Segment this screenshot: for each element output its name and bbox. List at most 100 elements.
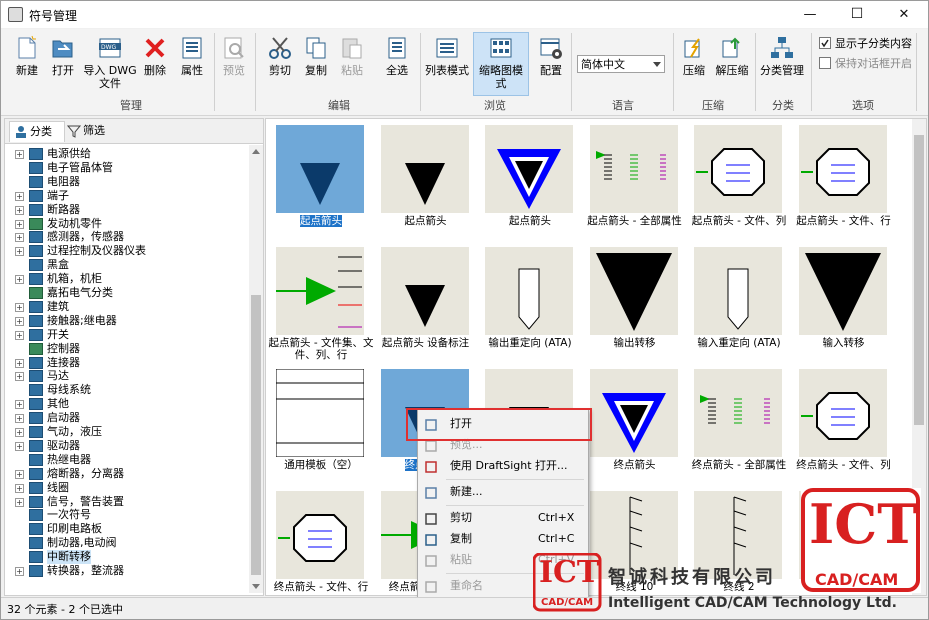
tree-item[interactable]: + 断路器 <box>5 203 245 217</box>
tree-item[interactable]: 中断转移 <box>5 550 245 565</box>
language-select[interactable]: 简体中文 <box>577 55 665 73</box>
decompress-button[interactable]: 解压缩 <box>711 33 753 95</box>
tree-item[interactable]: 电子管晶体管 <box>5 161 245 175</box>
tree-item[interactable]: + 电源供给 <box>5 147 245 161</box>
context-menu-item[interactable]: 新建... <box>420 482 586 502</box>
tree-item[interactable]: + 开关 <box>5 328 245 342</box>
symbol-thumbnail[interactable]: 终点箭头 - 文件、列 <box>789 363 891 481</box>
tree-item[interactable]: + 建筑 <box>5 300 245 314</box>
expand-icon[interactable]: + <box>15 219 24 229</box>
symbol-thumbnail[interactable]: 起点箭头 - 文件、行 <box>789 119 891 237</box>
expand-icon[interactable]: + <box>15 150 24 159</box>
expand-icon[interactable]: + <box>15 469 24 479</box>
symbol-thumbnail[interactable]: 终点箭头 - 文件、行 <box>266 485 368 595</box>
tree-item[interactable]: 黑盒 <box>5 258 245 272</box>
cut-button[interactable]: 剪切 <box>263 33 297 95</box>
import-dwg-button[interactable]: DWG 导入 DWG 文件 <box>83 33 137 95</box>
close-button[interactable]: ✕ <box>881 1 927 28</box>
symbol-thumbnail[interactable]: 起点箭头 <box>371 119 471 237</box>
list-mode-button[interactable]: 列表模式 <box>423 33 471 95</box>
scroll-down-icon[interactable] <box>252 584 260 589</box>
tree-item[interactable]: + 发动机零件 <box>5 217 245 231</box>
symbol-thumbnail[interactable]: 通用模板（空） <box>266 363 366 481</box>
tree-item[interactable]: 母线系统 <box>5 383 245 397</box>
expand-icon[interactable]: + <box>15 191 24 201</box>
expand-icon[interactable]: + <box>15 205 24 215</box>
expand-icon[interactable]: + <box>15 441 24 451</box>
tree-item[interactable]: + 熔断器，分离器 <box>5 467 245 481</box>
expand-icon[interactable]: + <box>15 316 24 326</box>
symbol-thumbnail[interactable]: 起点箭头 - 文件集、文件、列、行 <box>266 241 373 361</box>
context-menu-item[interactable]: 剪切 Ctrl+X <box>420 508 586 528</box>
symbol-thumbnail[interactable]: 起点箭头 - 全部属性 <box>580 119 682 237</box>
expand-icon[interactable]: + <box>15 302 24 312</box>
tree-item[interactable]: + 过程控制及仪器仪表 <box>5 244 245 258</box>
paste-button[interactable]: 粘贴 <box>335 33 369 95</box>
category-tree[interactable]: + 电源供给 电子管晶体管 电阻器 + 端子 + 断路器 + 发动机零件 + 感测器，传感器 + 过程控制… <box>5 145 247 593</box>
delete-button[interactable]: 删除 <box>139 33 171 95</box>
tree-item[interactable]: + 马达 <box>5 369 245 383</box>
thumbnail-mode-button[interactable]: 缩略图模式 <box>473 32 529 96</box>
symbol-thumbnail[interactable]: 起点箭头 设备标注 <box>371 241 471 359</box>
expand-icon[interactable]: + <box>15 400 24 410</box>
symbol-thumbnail[interactable]: 输出重定向 (ATA) <box>475 241 575 359</box>
category-manage-button[interactable]: 分类管理 <box>757 33 807 95</box>
keep-dialog-open-checkbox[interactable]: 保持对话框开启 <box>819 57 912 70</box>
symbol-thumbnail[interactable]: 终点箭头 - 全部属性 <box>684 363 786 481</box>
tree-item[interactable]: 印刷电路板 <box>5 522 245 536</box>
scroll-up-icon[interactable] <box>252 149 260 154</box>
tree-item[interactable]: + 信号，警告装置 <box>5 495 245 509</box>
select-all-button[interactable]: 全选 <box>379 33 415 95</box>
tree-item[interactable]: + 端子 <box>5 189 245 203</box>
show-subcategory-checkbox[interactable]: 显示子分类内容 <box>819 37 912 50</box>
tree-item[interactable]: + 线圈 <box>5 481 245 495</box>
expand-icon[interactable]: + <box>15 233 24 243</box>
expand-icon[interactable]: + <box>15 428 24 437</box>
expand-icon[interactable]: + <box>15 414 24 424</box>
tree-item[interactable]: + 连接器 <box>5 356 245 370</box>
preview-button[interactable]: 预览 <box>217 33 251 95</box>
tree-item[interactable]: 嘉拓电气分类 <box>5 286 245 300</box>
symbol-thumbnail[interactable]: 输入转移 <box>789 241 889 359</box>
expand-icon[interactable]: + <box>15 483 24 493</box>
expand-icon[interactable]: + <box>15 567 24 576</box>
symbol-thumbnail[interactable]: 输入重定向 (ATA) <box>684 241 784 359</box>
expand-icon[interactable]: + <box>15 372 24 382</box>
tree-item[interactable]: + 感测器，传感器 <box>5 230 245 244</box>
symbol-thumbnail[interactable]: 终点箭头 <box>580 363 680 481</box>
expand-icon[interactable]: + <box>15 497 24 507</box>
symbol-thumbnail[interactable]: 输出转移 <box>580 241 680 359</box>
minimize-button[interactable]: — <box>787 1 833 28</box>
symbol-thumbnail[interactable]: 起点箭头 - 文件、列 <box>684 119 786 237</box>
expand-icon[interactable]: + <box>15 247 24 257</box>
tab-category[interactable]: 分类 <box>9 121 65 142</box>
copy-button[interactable]: 复制 <box>299 33 333 95</box>
symbol-thumbnail[interactable]: 起点箭头 <box>475 119 575 237</box>
expand-icon[interactable]: + <box>15 275 24 285</box>
context-menu-item[interactable]: 使用 DraftSight 打开... <box>420 456 586 476</box>
tree-item[interactable]: + 机箱，机柜 <box>5 272 245 286</box>
new-button[interactable]: 新建 <box>11 33 43 95</box>
tree-item[interactable]: + 其他 <box>5 397 245 411</box>
context-menu-item[interactable]: 复制 Ctrl+C <box>420 529 586 549</box>
tree-item[interactable]: 一次符号 <box>5 508 245 522</box>
config-button[interactable]: 配置 <box>533 33 569 95</box>
tree-item[interactable]: + 气动，液压 <box>5 425 245 439</box>
open-button[interactable]: 打开 <box>45 33 81 95</box>
compress-button[interactable]: 压缩 <box>677 33 711 95</box>
expand-icon[interactable]: + <box>15 358 24 368</box>
tree-item[interactable]: + 启动器 <box>5 411 245 425</box>
tab-filter[interactable]: 筛选 <box>63 121 117 141</box>
properties-button[interactable]: 属性 <box>175 33 209 95</box>
tree-scrollbar[interactable] <box>249 145 263 593</box>
symbol-thumbnail[interactable]: 起点箭头 <box>266 119 366 237</box>
tree-item[interactable]: + 驱动器 <box>5 439 245 453</box>
tree-item[interactable]: 电阻器 <box>5 175 245 189</box>
tree-item[interactable]: 热继电器 <box>5 453 245 467</box>
tree-item[interactable]: 控制器 <box>5 342 245 356</box>
maximize-button[interactable]: ☐ <box>834 1 880 28</box>
tree-item[interactable]: + 接触器;继电器 <box>5 314 245 328</box>
tree-item[interactable]: + 转换器，整流器 <box>5 564 245 578</box>
expand-icon[interactable]: + <box>15 330 24 340</box>
tree-item[interactable]: 制动器,电动阀 <box>5 536 245 550</box>
